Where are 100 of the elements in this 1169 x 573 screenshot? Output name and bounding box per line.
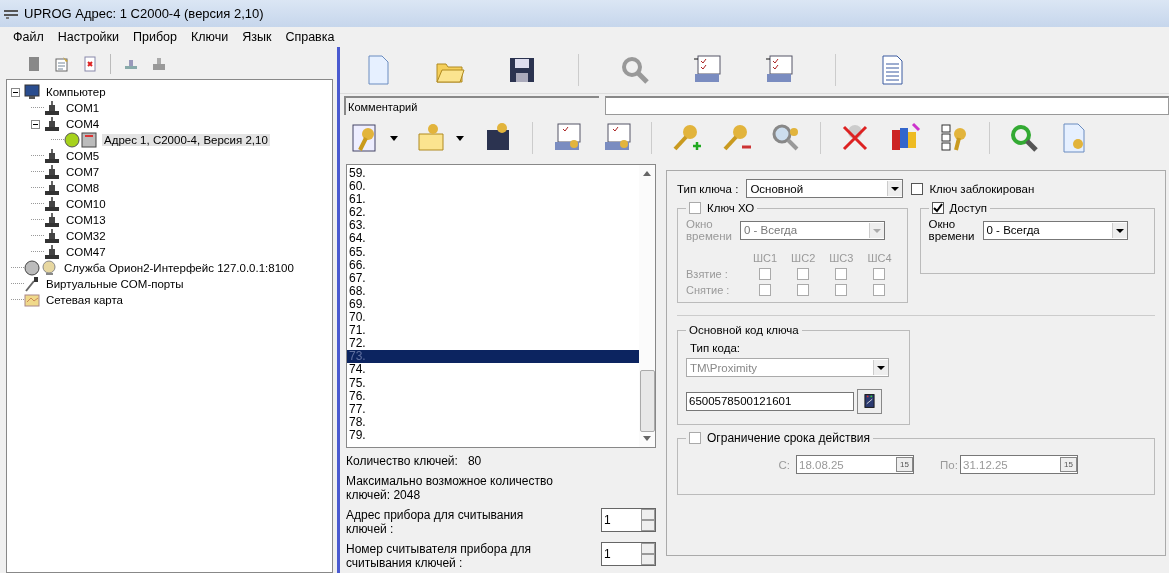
time-window-dropdown[interactable]: 0 - Всегда [982, 220, 1128, 240]
number-spinner[interactable]: 1 [601, 508, 656, 532]
scroll-thumb[interactable] [639, 370, 655, 432]
caret-icon[interactable] [390, 135, 398, 141]
scroll-down-icon[interactable] [643, 436, 651, 441]
key-count-value: 80 [467, 454, 482, 468]
time-window-dropdown[interactable]: 0 - Всегда [740, 220, 885, 240]
checkbox[interactable] [873, 268, 886, 280]
tree-item[interactable]: COM32 [64, 230, 108, 242]
list-item[interactable]: 75. [347, 376, 639, 390]
calendar-button[interactable]: 15 [1060, 457, 1077, 472]
list-item[interactable]: 71. [347, 324, 639, 338]
date-field[interactable]: 18.08.25 15 [796, 455, 914, 474]
tree-item[interactable]: Сетевая карта [44, 294, 125, 306]
list-item[interactable]: 66. [347, 258, 639, 272]
list-item[interactable]: 64. [347, 232, 639, 246]
list-item[interactable]: 74. [347, 363, 639, 377]
number-spinner[interactable]: 1 [601, 542, 656, 566]
caret-icon[interactable] [456, 135, 464, 141]
delete-icon[interactable] [82, 56, 98, 72]
tree-item[interactable]: COM8 [64, 182, 102, 194]
list-item[interactable]: 67. [347, 271, 639, 285]
spinner-label: Номер считывателя прибора для считывания ключей : [346, 542, 532, 570]
port-icon [44, 100, 60, 116]
date-from-label: С: [777, 458, 790, 471]
tree-item[interactable]: COM13 [64, 214, 108, 226]
list-item[interactable]: 68. [347, 284, 639, 298]
tree-item[interactable]: Адрес 1, С2000-4, Версия 2,10 [102, 134, 270, 146]
window-title: UPROG Адрес: 1 С2000-4 (версия 2,10) [24, 6, 264, 21]
checkbox[interactable] [759, 284, 772, 296]
checkbox[interactable] [873, 284, 886, 296]
expander-icon[interactable] [11, 87, 20, 97]
calendar-button[interactable]: 15 [896, 457, 913, 472]
port-icon[interactable] [151, 56, 167, 72]
service-status-icon [24, 260, 58, 276]
device-icon[interactable] [26, 56, 42, 72]
tree-item[interactable]: Виртуальные COM-порты [44, 278, 186, 290]
column-header: ШС4 [866, 252, 893, 264]
time-window-label: Окно времени [686, 218, 730, 242]
port-icon [44, 212, 60, 228]
list-item[interactable]: 61. [347, 193, 639, 207]
list-item[interactable]: 69. [347, 297, 639, 312]
key-count-label: Количество ключей: [346, 454, 458, 468]
date-field[interactable]: 31.12.25 15 [960, 455, 1078, 474]
checkbox-label: Ключ заблокирован [929, 182, 1035, 195]
tree-item[interactable]: Компьютер [44, 86, 108, 98]
list-item[interactable]: 59. [347, 167, 639, 181]
key-type-dropdown[interactable]: Основной [746, 179, 904, 198]
tree-item[interactable]: COM7 [64, 166, 102, 178]
menu-item[interactable]: Язык [242, 30, 272, 44]
checkbox[interactable] [689, 432, 701, 444]
scroll-up-icon[interactable] [643, 171, 651, 176]
search-icon[interactable] [1008, 122, 1040, 154]
list-item[interactable]: 62. [347, 206, 639, 220]
list-item[interactable]: 72. [347, 337, 639, 351]
list-item[interactable]: 70. [347, 311, 639, 325]
row-label: Взятие : [686, 268, 729, 280]
properties-icon[interactable] [54, 56, 70, 72]
checkbox[interactable] [835, 268, 848, 280]
port-icon [44, 180, 60, 196]
tree-item[interactable]: Служба Орион2-Интерфейс 127.0.0.1:8100 [62, 262, 296, 274]
comment-field[interactable] [605, 95, 1169, 115]
menu-item[interactable]: Ключи [191, 30, 229, 44]
checkbox[interactable] [911, 182, 924, 195]
checkbox[interactable] [835, 284, 848, 296]
port-icon [44, 148, 60, 164]
list-item[interactable]: 76. [347, 389, 639, 403]
tree-item[interactable]: COM5 [64, 150, 102, 162]
key-type-label: Тип ключа : [677, 182, 739, 195]
checkbox[interactable] [689, 202, 701, 214]
menu-item[interactable]: Справка [285, 30, 335, 44]
tree-item[interactable]: COM47 [64, 246, 108, 258]
list-item[interactable]: 79. [347, 428, 639, 442]
checkbox[interactable] [797, 284, 810, 296]
scrollbar[interactable] [639, 165, 655, 447]
key-code-field[interactable]: 6500578500121601 [686, 392, 854, 411]
list-item[interactable]: 78. [347, 415, 639, 429]
column-header: ШС1 [752, 252, 779, 264]
code-type-label: Тип кода: [690, 342, 741, 354]
menu-item[interactable]: Файл [13, 30, 44, 44]
checkbox-label: Ограничение срока действия [707, 431, 870, 445]
checkbox[interactable] [797, 268, 810, 280]
tree-item[interactable]: COM10 [64, 198, 108, 210]
tree-item[interactable]: COM4 [64, 118, 102, 130]
read-key-button[interactable] [857, 389, 882, 414]
menu-item[interactable]: Настройки [57, 30, 120, 44]
checkbox[interactable] [759, 268, 772, 280]
comment-label: Комментарий [344, 95, 599, 115]
list-item[interactable]: 77. [347, 402, 639, 416]
list-item[interactable]: 65. [347, 245, 639, 259]
port-icon [44, 116, 60, 132]
spinner-label: Адрес прибора для считывания ключей : [346, 508, 525, 536]
checkbox[interactable] [931, 202, 944, 214]
checkbox-label: Доступ [949, 202, 987, 214]
list-item[interactable]: 60. [347, 180, 639, 194]
expander-icon[interactable] [31, 119, 40, 129]
reader-icon [864, 393, 875, 409]
tree-item[interactable]: COM1 [64, 102, 102, 114]
list-item[interactable]: 63. [347, 219, 639, 233]
menu-item[interactable]: Прибор [133, 30, 177, 44]
